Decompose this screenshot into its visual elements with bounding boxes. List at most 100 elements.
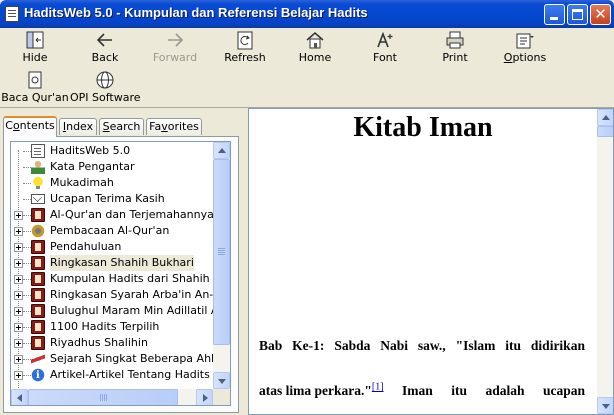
tree-item[interactable]: Sejarah Singkat Beberapa Ahli Hadits xyxy=(11,351,214,367)
tree-item[interactable]: Mukadimah xyxy=(11,175,214,191)
page-title: Kitab Iman xyxy=(353,112,493,143)
tree-scroll-up-button[interactable] xyxy=(213,142,230,159)
tree-item-label: Bulughul Maram Min Adillatil Ahkam xyxy=(50,304,214,317)
home-button[interactable]: Home xyxy=(280,29,350,67)
tree-item[interactable]: Al-Qur'an dan Terjemahannya xyxy=(11,207,214,223)
home-label: Home xyxy=(298,51,332,64)
paragraph-line-1: Bab Ke-1: Sabda Nabi saw., "Islam itu didirikan xyxy=(259,338,585,354)
tab-contents-label: Contents xyxy=(5,119,55,132)
hide-pane-icon xyxy=(26,31,44,49)
tree-horizontal-scrollbar[interactable] xyxy=(11,389,213,405)
minimize-button[interactable] xyxy=(544,4,565,25)
book-icon xyxy=(31,320,45,334)
content-scroll-up-button[interactable] xyxy=(597,109,613,126)
tab-contents[interactable]: Contents xyxy=(3,116,57,137)
tree-item-label: Al-Qur'an dan Terjemahannya xyxy=(50,208,214,221)
print-button[interactable]: Print xyxy=(420,29,490,67)
expand-plus-icon[interactable] xyxy=(14,339,23,348)
expand-plus-icon[interactable] xyxy=(14,243,23,252)
expand-plus-icon[interactable] xyxy=(14,275,23,284)
scroll-grip-icon xyxy=(100,394,101,401)
paragraph-text: atas lima perkara."[1] xyxy=(259,382,384,399)
tree-item-label: Pembacaan Al-Qur'an xyxy=(50,224,170,237)
tree-connector xyxy=(23,167,31,168)
options-button[interactable]: Options xyxy=(490,29,560,67)
tree-item-label: HaditsWeb 5.0 xyxy=(50,144,131,157)
tree-scroll-down-button[interactable] xyxy=(213,372,230,389)
tree-item-label: Ringkasan Shahih Bukhari xyxy=(50,255,194,271)
tree-connector xyxy=(23,295,31,296)
content-pane: Kitab Iman Bab Ke-1: Sabda Nabi saw., "Islam i… xyxy=(248,108,614,415)
tree-item[interactable]: Riyadhus Shalihin xyxy=(11,335,214,351)
tree-connector xyxy=(23,151,31,152)
back-button[interactable]: Back xyxy=(70,29,140,67)
tree-item[interactable]: Ringkasan Shahih Bukhari xyxy=(11,255,214,271)
tab-favorites[interactable]: Favorites xyxy=(146,118,202,135)
footnote-link[interactable]: [1] xyxy=(372,382,384,393)
book-icon xyxy=(31,240,45,254)
expand-plus-icon[interactable] xyxy=(14,259,23,268)
gear-icon xyxy=(31,224,45,238)
content-vertical-scrollbar[interactable] xyxy=(597,109,613,414)
paragraph-word: saw., xyxy=(417,338,446,353)
tree-item[interactable]: Pendahuluan xyxy=(11,239,214,255)
expand-plus-icon[interactable] xyxy=(14,307,23,316)
tree-item[interactable]: Pembacaan Al-Qur'an xyxy=(11,223,214,239)
book-icon xyxy=(31,208,45,222)
app-icon[interactable] xyxy=(5,6,19,22)
close-button[interactable]: ✕ xyxy=(590,4,611,25)
tree-vertical-scrollbar[interactable] xyxy=(213,142,230,389)
maximize-button[interactable] xyxy=(567,4,588,25)
scrollbar-corner xyxy=(213,389,230,405)
forward-label: Forward xyxy=(152,51,198,64)
paragraph-word: itu xyxy=(505,338,522,353)
tree-connector xyxy=(23,375,31,376)
walking-person-icon xyxy=(31,352,45,366)
content-scroll-down-button[interactable] xyxy=(597,397,613,414)
window-title: HaditsWeb 5.0 - Kumpulan dan Referensi B… xyxy=(24,5,368,20)
back-label: Back xyxy=(91,51,119,64)
tree-item[interactable]: Artikel-Artikel Tentang Hadits xyxy=(11,367,214,384)
content-viewport: Kitab Iman Bab Ke-1: Sabda Nabi saw., "Islam i… xyxy=(249,109,597,414)
expand-plus-icon[interactable] xyxy=(14,355,23,364)
tab-index[interactable]: Index xyxy=(59,118,97,135)
people-icon xyxy=(31,160,45,174)
tree-scroll-right-button[interactable] xyxy=(196,389,213,405)
tree-item[interactable]: 1100 Hadits Terpilih xyxy=(11,319,214,335)
tree-item[interactable]: Ucapan Terima Kasih xyxy=(11,191,214,207)
tree-item[interactable]: Kumpulan Hadits dari Shahih Muslim xyxy=(11,271,214,287)
quran-page-icon xyxy=(28,71,42,89)
tree-item[interactable]: HaditsWeb 5.0 xyxy=(11,143,214,159)
tree-item-label: 1100 Hadits Terpilih xyxy=(50,320,160,333)
tree-item[interactable]: Kata Pengantar xyxy=(11,159,214,175)
refresh-button[interactable]: Refresh xyxy=(210,29,280,67)
content-vertical-scroll-thumb[interactable] xyxy=(597,126,613,137)
tree-item[interactable]: Ringkasan Syarah Arba'in An-Nawawi xyxy=(11,287,214,303)
tree-scroll-left-button[interactable] xyxy=(11,389,28,405)
tab-search-label: Search xyxy=(102,120,141,133)
hide-button[interactable]: Hide xyxy=(0,29,70,67)
forward-button[interactable]: Forward xyxy=(140,29,210,67)
expand-plus-icon[interactable] xyxy=(14,291,23,300)
font-button[interactable]: Font xyxy=(350,29,420,67)
title-bar[interactable]: HaditsWeb 5.0 - Kumpulan dan Referensi B… xyxy=(0,0,614,28)
baca-quran-button[interactable]: Baca Qur'an xyxy=(0,69,70,107)
document-icon xyxy=(31,144,45,158)
expand-plus-icon[interactable] xyxy=(14,323,23,332)
contents-tree[interactable]: HaditsWeb 5.0 Kata Pengantar Mukadimah Ucap… xyxy=(10,141,231,406)
forward-arrow-icon xyxy=(168,33,184,47)
book-icon xyxy=(31,336,45,350)
expand-plus-icon[interactable] xyxy=(14,371,23,380)
tree-vertical-scroll-thumb[interactable] xyxy=(213,159,230,345)
tree-horizontal-scroll-thumb[interactable] xyxy=(28,389,178,405)
opi-software-button[interactable]: OPI Software xyxy=(70,69,141,107)
envelope-icon xyxy=(31,194,45,204)
lightbulb-icon xyxy=(31,176,45,190)
expand-plus-icon[interactable] xyxy=(14,227,23,236)
tree-item[interactable]: Bulughul Maram Min Adillatil Ahkam xyxy=(11,303,214,319)
font-label: Font xyxy=(373,51,397,64)
expand-plus-icon[interactable] xyxy=(14,211,23,220)
tab-search[interactable]: Search xyxy=(99,118,144,135)
refresh-label: Refresh xyxy=(224,51,266,64)
paragraph-word: Iman xyxy=(402,383,433,398)
